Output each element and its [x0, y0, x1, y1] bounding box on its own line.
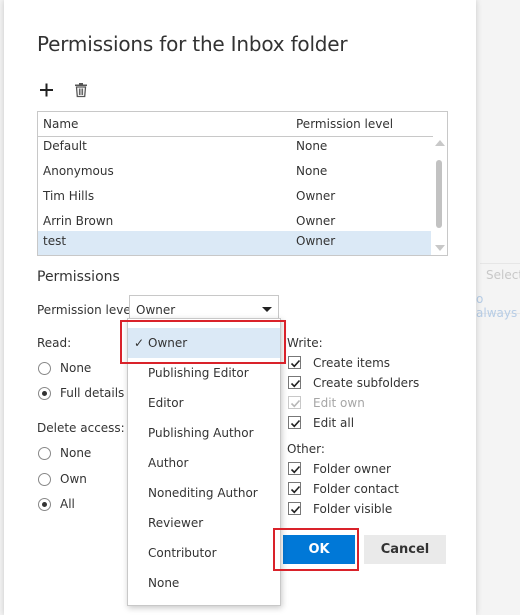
checkmark-icon	[290, 465, 301, 474]
table-header: Name Permission level	[38, 112, 433, 137]
background-text-always: o always	[476, 292, 518, 320]
delete-button[interactable]	[71, 80, 91, 100]
add-button[interactable]	[37, 80, 57, 100]
edit-own-label: Edit own	[313, 396, 365, 410]
row-permission-level: Owner	[296, 234, 336, 248]
table-row-selected[interactable]: test Owner	[38, 231, 431, 255]
table-row[interactable]: Tim Hills Owner	[38, 186, 431, 211]
dropdown-option-label: Publishing Author	[148, 426, 254, 440]
dropdown-option-publishing-author[interactable]: Publishing Author	[128, 418, 280, 448]
row-name: Default	[43, 139, 87, 153]
table-row[interactable]: Default None	[38, 136, 431, 161]
delete-none-radio[interactable]	[38, 447, 51, 460]
dropdown-option-label: Reviewer	[148, 516, 204, 530]
trash-icon	[75, 83, 87, 98]
delete-all-radio[interactable]	[38, 498, 51, 511]
folder-visible-label[interactable]: Folder visible	[313, 502, 392, 516]
row-permission-level: Owner	[296, 214, 336, 228]
dropdown-option-none[interactable]: None	[128, 568, 280, 598]
dropdown-option-label: None	[148, 576, 180, 590]
scrollbar-thumb[interactable]	[436, 160, 442, 228]
dropdown-option-author[interactable]: Author	[128, 448, 280, 478]
create-items-label[interactable]: Create items	[313, 356, 390, 370]
read-full-details-radio[interactable]	[38, 387, 51, 400]
dropdown-option-label: Contributor	[148, 546, 217, 560]
create-subfolders-checkbox[interactable]	[288, 376, 301, 389]
folder-contact-checkbox[interactable]	[288, 482, 301, 495]
checkmark-icon: ✓	[134, 336, 145, 350]
permission-level-value: Owner	[136, 303, 176, 317]
row-permission-level: None	[296, 164, 328, 178]
dropdown-option-label: Nonediting Author	[148, 486, 258, 500]
create-items-checkbox[interactable]	[288, 356, 301, 369]
row-name: Tim Hills	[43, 189, 95, 203]
column-header-permission-level[interactable]: Permission level	[296, 117, 393, 131]
checkmark-icon	[290, 359, 301, 368]
table-scrollbar[interactable]	[433, 136, 447, 255]
table-row[interactable]: Anonymous None	[38, 161, 431, 186]
dialog-title: Permissions for the Inbox folder	[37, 32, 348, 56]
dropdown-option-editor[interactable]: Editor	[128, 388, 280, 418]
write-label: Write:	[287, 336, 323, 350]
row-permission-level: None	[296, 139, 328, 153]
read-none-radio[interactable]	[38, 362, 51, 375]
edit-own-checkbox	[288, 396, 301, 409]
folder-visible-checkbox[interactable]	[288, 502, 301, 515]
dropdown-option-publishing-editor[interactable]: Publishing Editor	[128, 358, 280, 388]
read-none-label[interactable]: None	[60, 361, 91, 375]
row-name: Anonymous	[43, 164, 114, 178]
scroll-up-arrow-icon[interactable]	[435, 140, 445, 146]
plus-icon	[40, 83, 53, 97]
background-divider	[480, 263, 520, 264]
read-full-details-label[interactable]: Full details	[60, 386, 124, 400]
folder-contact-label[interactable]: Folder contact	[313, 482, 399, 496]
delete-all-label[interactable]: All	[60, 497, 75, 511]
create-subfolders-label[interactable]: Create subfolders	[313, 376, 419, 390]
edit-all-checkbox[interactable]	[288, 416, 301, 429]
permissions-heading: Permissions	[37, 269, 120, 285]
delete-own-label[interactable]: Own	[60, 472, 87, 486]
checkmark-icon	[290, 485, 301, 494]
delete-own-radio[interactable]	[38, 473, 51, 486]
ok-button[interactable]: OK	[283, 535, 355, 564]
dropdown-option-label: Owner	[148, 336, 188, 350]
background-text-select: Select	[486, 268, 520, 282]
dropdown-option-owner[interactable]: ✓ Owner	[128, 328, 280, 358]
permission-level-dropdown: ✓ Owner Publishing Editor Editor Publish…	[127, 318, 281, 606]
permissions-table: Name Permission level Default None Anony…	[37, 111, 448, 256]
edit-all-label[interactable]: Edit all	[313, 416, 354, 430]
scroll-down-arrow-icon[interactable]	[435, 245, 445, 251]
delete-none-label[interactable]: None	[60, 446, 91, 460]
checkmark-icon	[290, 419, 301, 428]
other-label: Other:	[287, 442, 325, 456]
row-permission-level: Owner	[296, 189, 336, 203]
checkmark-icon	[290, 505, 301, 514]
dropdown-option-nonediting-author[interactable]: Nonediting Author	[128, 478, 280, 508]
folder-owner-label[interactable]: Folder owner	[313, 462, 391, 476]
chevron-down-icon	[262, 307, 272, 312]
dropdown-option-label: Editor	[148, 396, 184, 410]
checkmark-icon	[290, 399, 301, 408]
permission-level-label: Permission level:	[37, 303, 139, 317]
dropdown-option-label: Publishing Editor	[148, 366, 249, 380]
column-header-name[interactable]: Name	[43, 117, 78, 131]
dropdown-option-reviewer[interactable]: Reviewer	[128, 508, 280, 538]
folder-owner-checkbox[interactable]	[288, 462, 301, 475]
read-label: Read:	[37, 336, 72, 350]
cancel-button[interactable]: Cancel	[364, 535, 446, 564]
permissions-dialog: Permissions for the Inbox folder Name Pe…	[4, 0, 476, 615]
row-name: Arrin Brown	[43, 214, 114, 228]
dropdown-option-label: Author	[148, 456, 189, 470]
row-name: test	[43, 234, 67, 248]
dropdown-option-contributor[interactable]: Contributor	[128, 538, 280, 568]
checkmark-icon	[290, 379, 301, 388]
delete-access-label: Delete access:	[37, 421, 125, 435]
